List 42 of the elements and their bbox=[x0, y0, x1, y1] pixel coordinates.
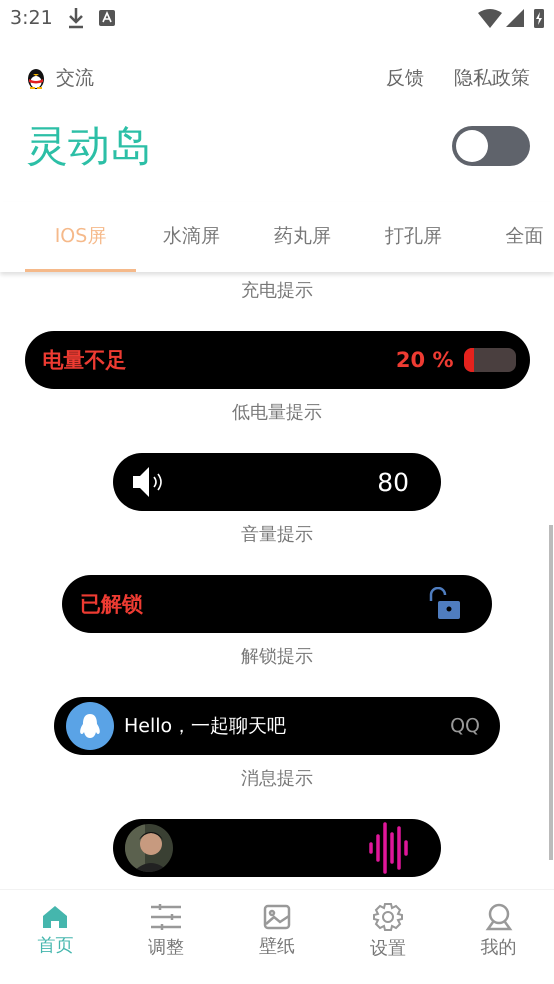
app-name: QQ bbox=[450, 715, 480, 737]
volume-reading: 80 bbox=[377, 468, 409, 496]
battery-icon bbox=[534, 8, 544, 28]
app-title: 灵动岛 bbox=[26, 120, 152, 172]
volume-island-preview[interactable]: 80 bbox=[113, 453, 441, 511]
settings-icon bbox=[372, 902, 403, 932]
nav-tab[interactable]: 首页 bbox=[0, 890, 111, 984]
signal-icon bbox=[506, 9, 524, 27]
home-icon bbox=[42, 905, 68, 929]
person-icon bbox=[484, 903, 513, 931]
preview-caption: 解锁提示 bbox=[241, 645, 313, 669]
community-link[interactable]: 交流 bbox=[56, 65, 94, 91]
image-icon bbox=[262, 904, 291, 930]
toggle-switch[interactable] bbox=[452, 126, 530, 166]
preview-caption: 低电量提示 bbox=[232, 401, 322, 425]
screen-tab[interactable]: 药丸屏 bbox=[247, 202, 358, 272]
sliders-icon bbox=[150, 903, 182, 931]
nav-tab[interactable]: 壁纸 bbox=[222, 890, 332, 984]
unlock-island-preview[interactable]: 已解锁 bbox=[62, 575, 492, 633]
penguin-icon bbox=[26, 66, 46, 90]
nav-tab[interactable]: 调整 bbox=[110, 890, 222, 984]
preview-caption: 音量提示 bbox=[241, 523, 313, 547]
battery-reading: 20 % bbox=[396, 348, 454, 372]
message-island-preview[interactable]: Hello，一起聊天吧 QQ bbox=[54, 697, 500, 755]
message-text: Hello，一起聊天吧 bbox=[124, 714, 286, 739]
clock: 3:21 bbox=[10, 7, 53, 29]
header-link[interactable]: 隐私政策 bbox=[454, 65, 530, 91]
preview-caption: 消息提示 bbox=[241, 767, 313, 791]
preview-caption: 充电提示 bbox=[241, 279, 313, 303]
warning-text: 电量不足 bbox=[42, 347, 126, 374]
screen-tab[interactable]: 打孔屏 bbox=[358, 202, 469, 272]
screen-tab[interactable]: 水滴屏 bbox=[136, 202, 247, 272]
unlock-text: 已解锁 bbox=[80, 591, 143, 618]
download-icon bbox=[66, 7, 85, 29]
penguin-icon bbox=[78, 712, 102, 740]
keyboard-notification-icon bbox=[98, 10, 115, 26]
header-link[interactable]: 反馈 bbox=[386, 65, 424, 91]
wifi-icon bbox=[478, 8, 502, 28]
screen-tab[interactable]: 全面 bbox=[469, 202, 554, 272]
nav-tab[interactable]: 设置 bbox=[332, 890, 444, 984]
battery-island-preview[interactable]: 电量不足 20 % bbox=[24, 331, 530, 389]
nav-tab[interactable]: 我的 bbox=[443, 890, 554, 984]
